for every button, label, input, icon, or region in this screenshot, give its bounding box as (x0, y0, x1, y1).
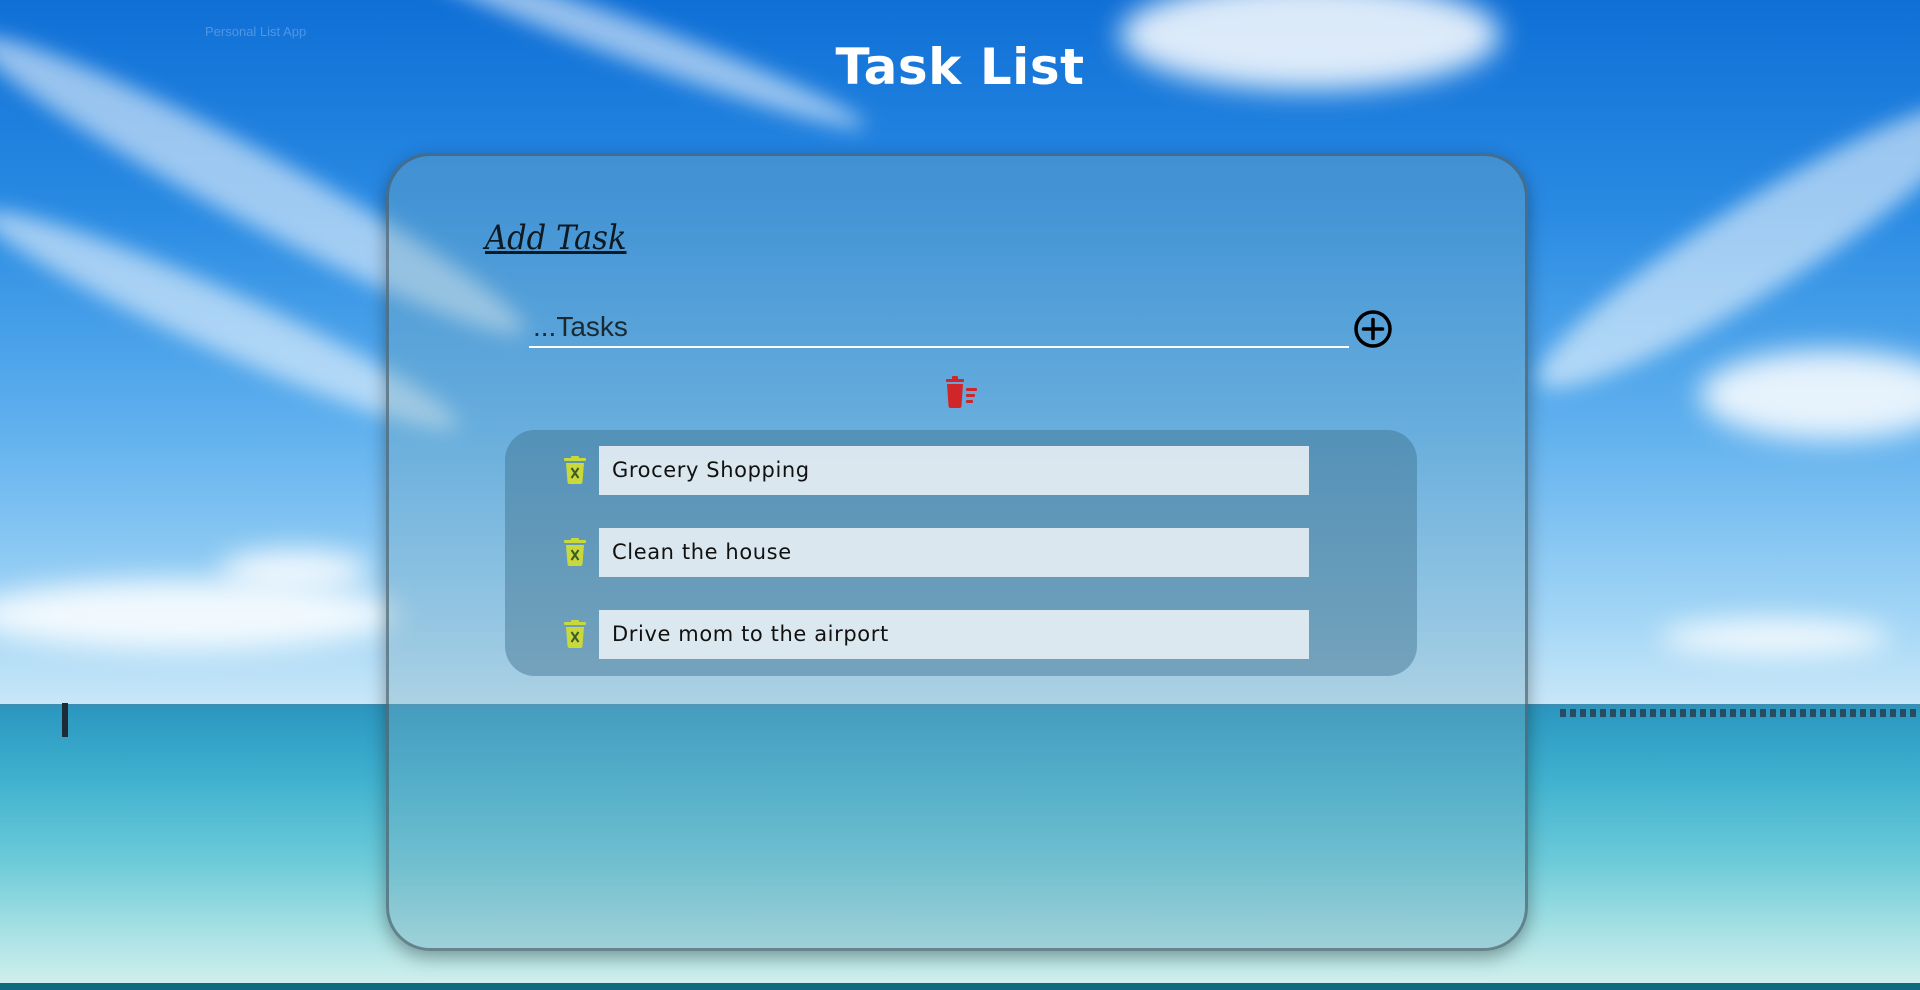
task-label[interactable]: Drive mom to the airport (599, 610, 1309, 659)
trash-x-icon (564, 620, 586, 648)
delete-task-button[interactable] (563, 538, 587, 566)
add-task-heading: Add Task (485, 218, 627, 258)
task-input[interactable] (529, 308, 1349, 348)
add-task-button[interactable] (1353, 309, 1393, 349)
task-label[interactable]: Grocery Shopping (599, 446, 1309, 495)
delete-task-button[interactable] (563, 456, 587, 484)
task-panel: Add Task ...Tasks Grocery Shopping Clean… (386, 153, 1528, 951)
task-label[interactable]: Clean the house (599, 528, 1309, 577)
task-item: Grocery Shopping (563, 446, 1363, 495)
task-list: Grocery Shopping Clean the house Drive m… (505, 430, 1417, 676)
clear-all-tasks-button[interactable] (944, 376, 980, 408)
cloud (1660, 620, 1890, 655)
sea-post (62, 703, 68, 737)
bottom-strip (0, 983, 1920, 990)
cloud (220, 550, 370, 590)
header-faint-label: Personal List App (205, 24, 307, 39)
task-item: Drive mom to the airport (563, 610, 1363, 659)
page-title: Task List (835, 38, 1085, 96)
trash-x-icon (564, 538, 586, 566)
trash-list-icon (946, 376, 977, 408)
task-item: Clean the house (563, 528, 1363, 577)
delete-task-button[interactable] (563, 620, 587, 648)
trash-x-icon (564, 456, 586, 484)
plus-circle-icon (1354, 310, 1392, 348)
pier (1560, 709, 1920, 717)
